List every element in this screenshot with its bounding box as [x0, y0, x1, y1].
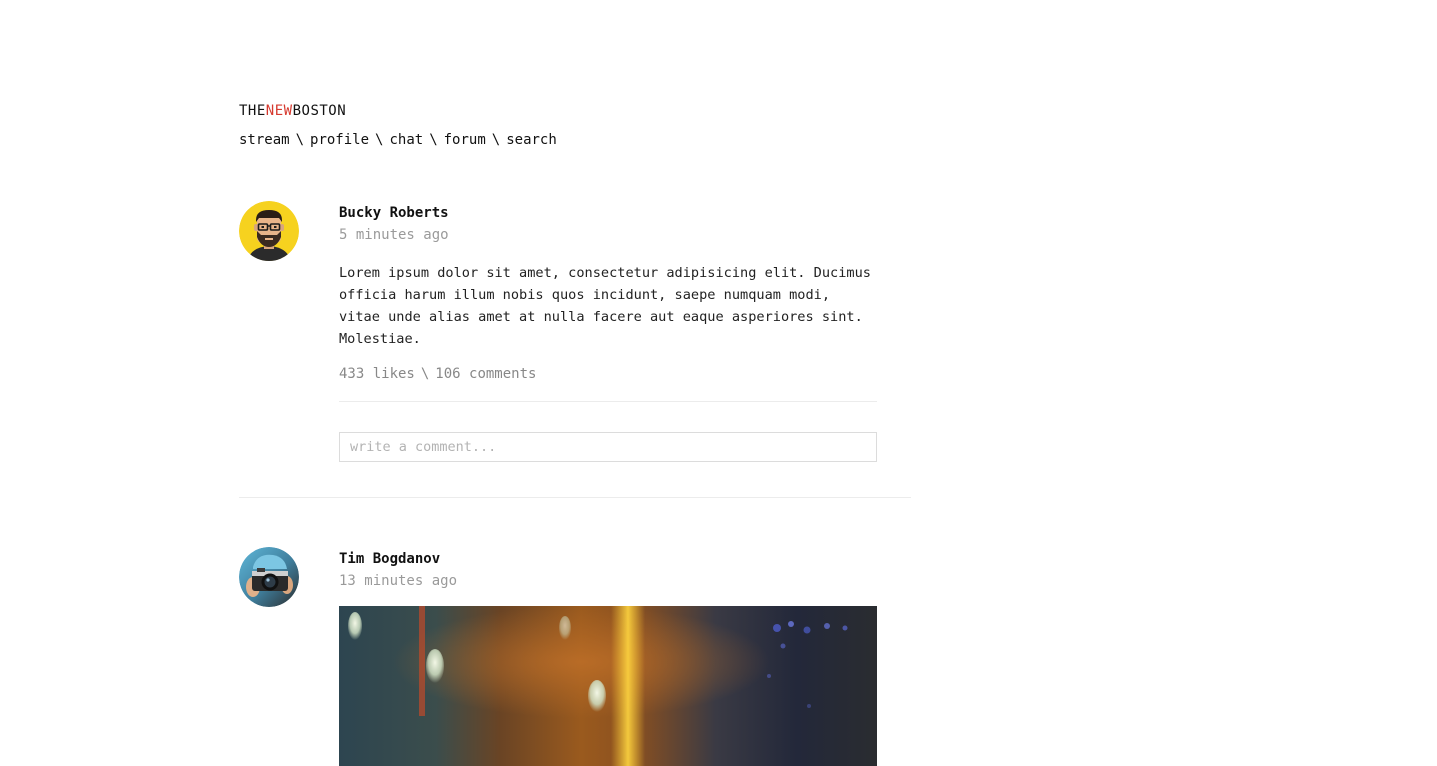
nav-item-search[interactable]: search	[506, 132, 557, 148]
nav-item-profile[interactable]: profile	[310, 132, 369, 148]
post-image[interactable]	[339, 606, 877, 766]
logo-part-the: THE	[239, 103, 266, 119]
nav-separator: \	[375, 132, 384, 148]
post-timestamp: 13 minutes ago	[339, 573, 458, 589]
avatar-bearded-glasses-icon	[239, 201, 299, 261]
post-stats: 433 likes \ 106 comments	[339, 365, 877, 383]
likes-count[interactable]: 433 likes	[339, 366, 415, 382]
comments-count[interactable]: 106 comments	[435, 366, 536, 382]
stats-separator: \	[420, 366, 430, 382]
nav-separator: \	[295, 132, 305, 148]
post-author[interactable]: Bucky Roberts	[339, 204, 877, 222]
post-divider	[339, 401, 877, 402]
site-logo[interactable]: THENEWBOSTON	[239, 102, 346, 120]
comment-input[interactable]	[339, 432, 877, 462]
post-card: Tim Bogdanov 13 minutes ago	[239, 547, 911, 766]
post-text: Lorem ipsum dolor sit amet, consectetur …	[339, 265, 871, 347]
nav-item-stream[interactable]: stream	[239, 132, 290, 148]
nav-item-chat[interactable]: chat	[389, 132, 423, 148]
post-timestamp: 5 minutes ago	[339, 227, 449, 243]
avatar-camera-photographer-icon	[239, 547, 299, 607]
logo-part-new: NEW	[265, 103, 293, 119]
logo-part-boston: BOSTON	[292, 103, 347, 119]
nav-separator: \	[491, 132, 501, 148]
avatar-tim-bogdanov[interactable]	[239, 547, 299, 607]
post-author[interactable]: Tim Bogdanov	[339, 550, 877, 568]
avatar-bucky-roberts[interactable]	[239, 201, 299, 261]
main-nav: stream \ profile \ chat \ forum \ search	[239, 131, 557, 149]
post-content: Tim Bogdanov 13 minutes ago	[339, 547, 877, 590]
bokeh-lightbulbs-photo-icon	[339, 606, 877, 766]
post-card: Bucky Roberts 5 minutes ago Lorem ipsum …	[239, 201, 911, 498]
nav-item-forum[interactable]: forum	[444, 132, 486, 148]
post-content: Bucky Roberts 5 minutes ago Lorem ipsum …	[339, 201, 877, 462]
nav-separator: \	[429, 132, 438, 148]
